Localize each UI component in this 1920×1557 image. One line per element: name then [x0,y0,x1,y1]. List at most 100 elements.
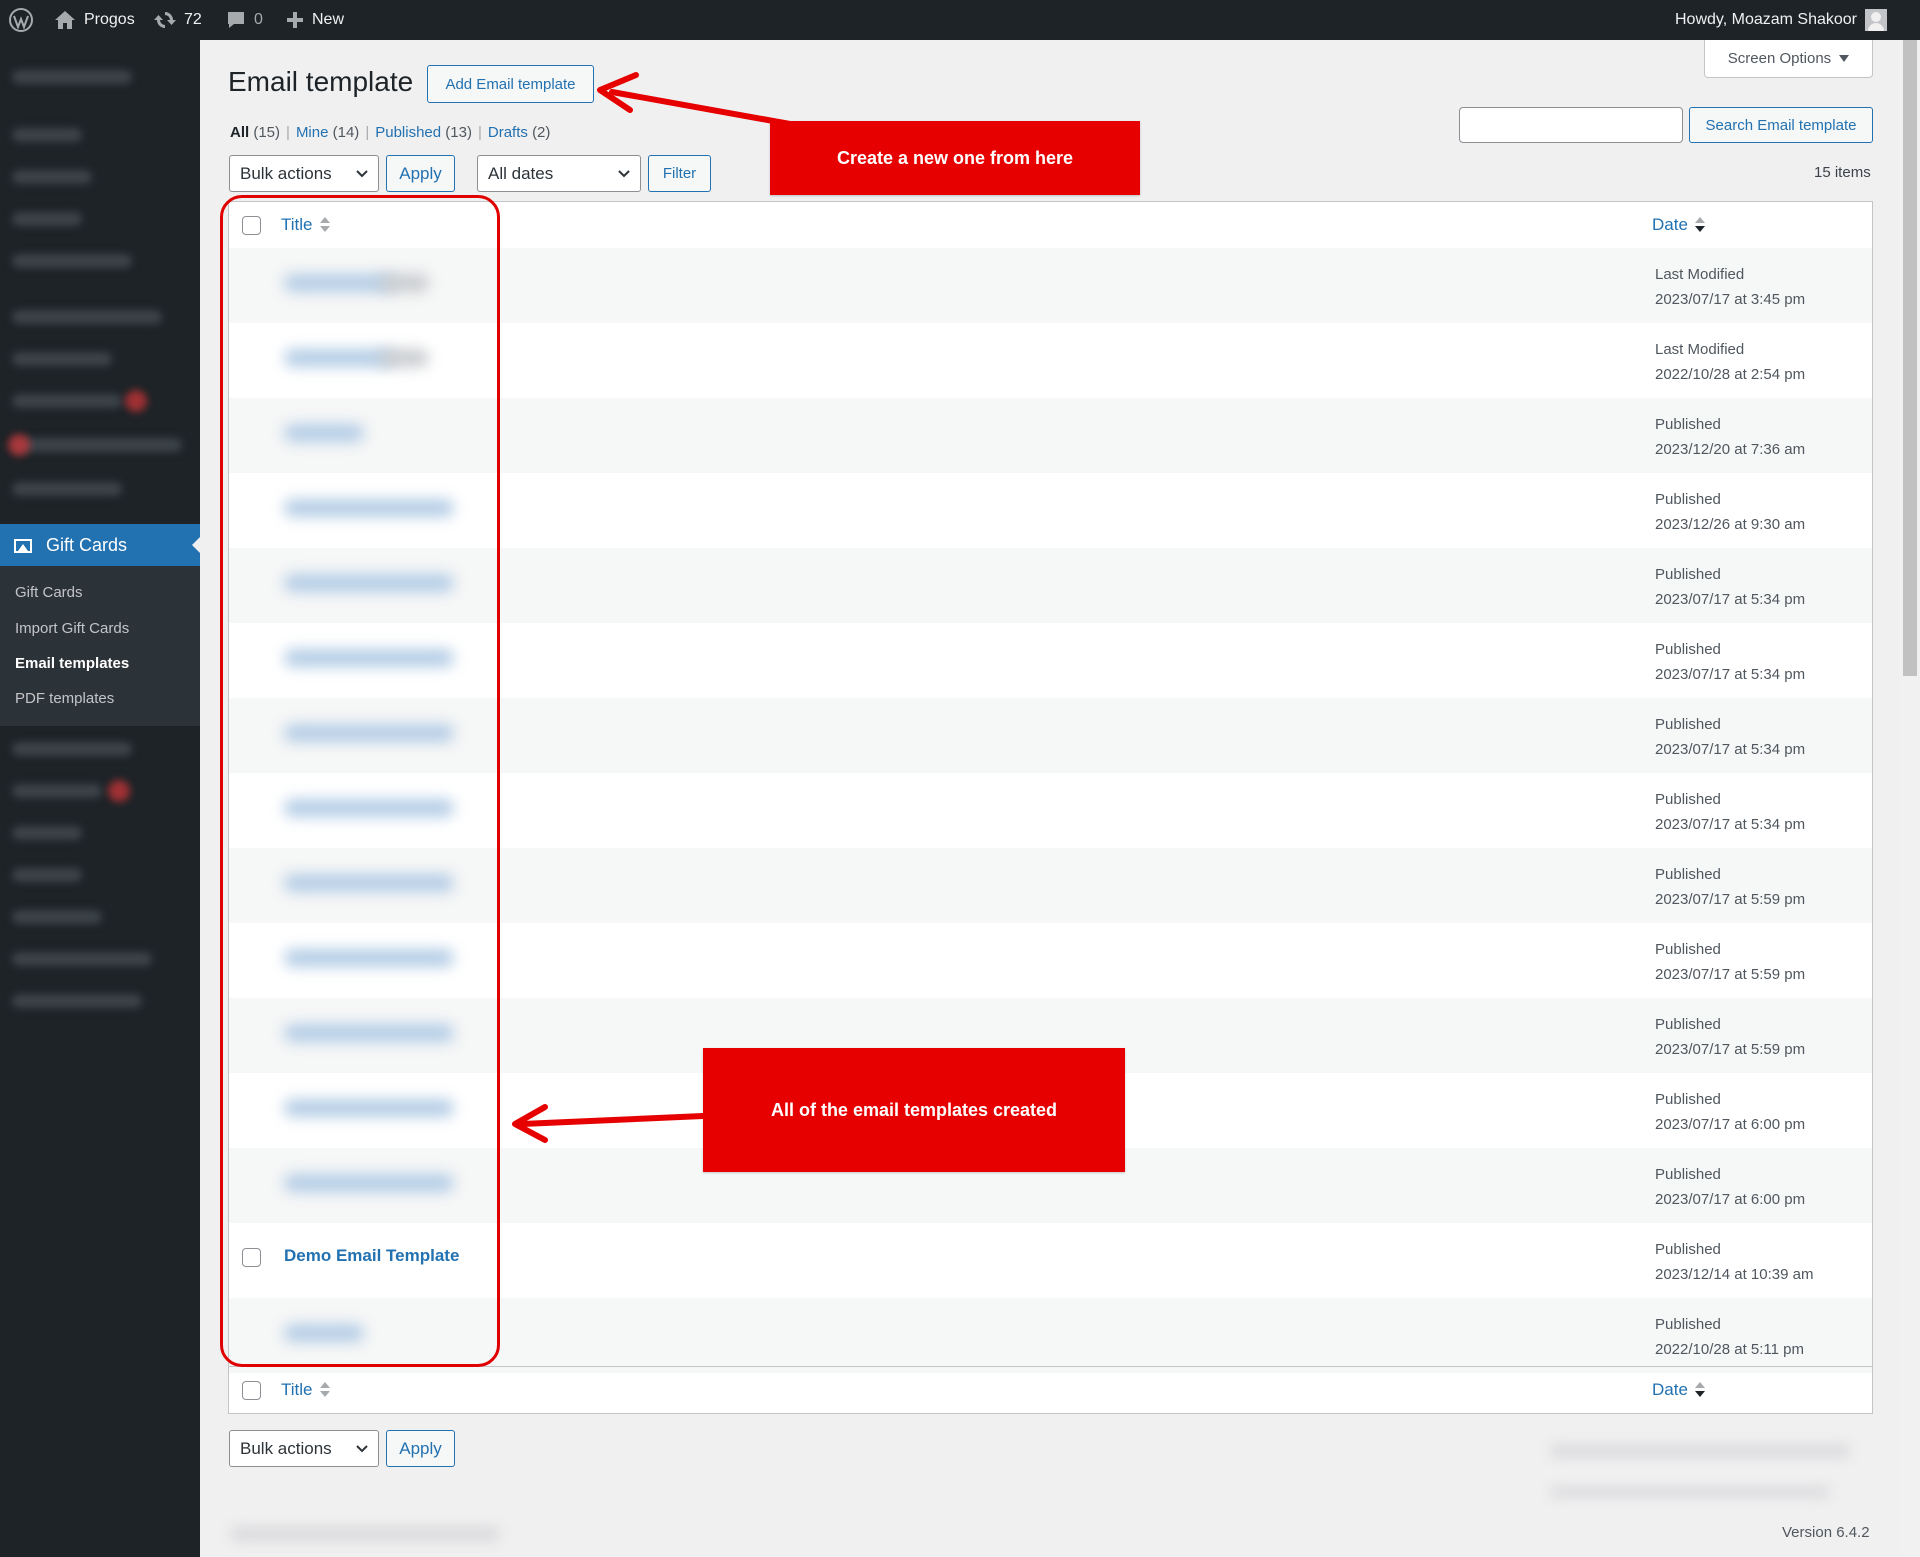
screen-options-button[interactable]: Screen Options [1704,40,1873,78]
wp-version: Version 6.4.2 [1782,1524,1870,1541]
gift-cards-submenu: Gift Cards Import Gift Cards Email templ… [0,566,200,726]
row-timestamp: 2023/07/17 at 5:34 pm [1655,816,1806,833]
page-scrollbar[interactable] [1900,40,1920,1557]
menu-gift-cards[interactable]: Gift Cards [0,524,200,566]
comments-link[interactable]: 0 [226,0,263,40]
blurred-menu-item [12,394,122,408]
blurred-menu-item [12,352,112,366]
column-title-sort-bottom[interactable]: Title [281,1380,331,1400]
chevron-down-icon [618,169,630,177]
apply-button[interactable]: Apply [386,155,455,192]
row-timestamp: 2023/07/17 at 6:00 pm [1655,1116,1806,1133]
blurred-badge [108,780,130,802]
search-button[interactable]: Search Email template [1689,107,1873,143]
chevron-down-icon [356,1444,368,1452]
updates-count: 72 [184,11,202,28]
row-timestamp: 2023/07/17 at 5:34 pm [1655,666,1806,683]
row-status: Published [1655,566,1721,583]
arrow-to-add-button [609,89,793,127]
row-status: Published [1655,866,1721,883]
caret-down-icon [1839,54,1850,62]
comment-icon [228,12,244,28]
bulk-actions-select-bottom[interactable]: Bulk actions [229,1430,379,1467]
row-date: Published 2023/07/17 at 5:59 pm [1655,937,1805,987]
row-date: Published 2023/07/17 at 5:34 pm [1655,562,1805,612]
view-all[interactable]: All [230,124,249,141]
chevron-down-icon [356,169,368,177]
column-date-sort[interactable]: Date [1652,215,1706,235]
site-name: Progos [84,11,135,28]
row-date: Published 2023/12/26 at 9:30 am [1655,487,1805,537]
apply-button-bottom[interactable]: Apply [386,1430,455,1467]
admin-bar: Progos 72 0 New Howdy, Moazam Shakoor [0,0,1920,40]
site-name-link[interactable]: Progos [54,0,135,40]
home-icon [55,11,75,29]
date-filter-value: All dates [488,163,554,183]
scrollbar-thumb[interactable] [1903,40,1917,676]
annotation-highlight-frame [220,195,500,1367]
row-status: Published [1655,416,1721,433]
view-separator: | [365,124,370,141]
table-footer: Title Date [229,1366,1872,1413]
view-published[interactable]: Published [375,124,441,141]
admin-sidebar: Gift Cards Gift Cards Import Gift Cards … [0,40,200,1557]
gift-card-icon [14,539,32,553]
row-timestamp: 2023/12/14 at 10:39 am [1655,1266,1814,1283]
view-drafts[interactable]: Drafts [488,124,528,141]
row-date: Published 2023/12/20 at 7:36 am [1655,412,1805,462]
blurred-menu-item [12,170,92,184]
view-mine[interactable]: Mine [296,124,329,141]
submenu-item-pdf-templates[interactable]: PDF templates [15,690,114,707]
row-status: Published [1655,791,1721,808]
wordpress-logo-icon[interactable] [8,0,34,40]
my-account-link[interactable]: Howdy, Moazam Shakoor [1675,0,1887,40]
row-date: Published 2023/07/17 at 5:34 pm [1655,787,1805,837]
add-email-template-button[interactable]: Add Email template [427,65,594,103]
new-content-link[interactable]: New [286,0,344,40]
menu-gift-cards-label: Gift Cards [46,534,128,555]
row-timestamp: 2022/10/28 at 5:11 pm [1655,1341,1805,1358]
blurred-menu-item [12,910,102,924]
column-title-label: Title [281,1380,313,1399]
blurred-badge [125,390,147,412]
row-status: Published [1655,491,1721,508]
row-date: Published 2023/07/17 at 6:00 pm [1655,1087,1805,1137]
row-status: Published [1655,1091,1721,1108]
row-status: Published [1655,1166,1721,1183]
blurred-pagination [1550,1486,1830,1498]
submenu-item-gift-cards[interactable]: Gift Cards [15,584,83,601]
row-status: Published [1655,1241,1721,1258]
row-status: Published [1655,941,1721,958]
row-status: Published [1655,1016,1721,1033]
select-all-checkbox-bottom[interactable] [242,1380,261,1400]
arrowhead-icon [597,72,639,113]
view-separator: | [477,124,482,141]
view-separator: | [286,124,290,141]
blurred-menu-item [12,438,182,452]
annotation-create-callout: Create a new one from here [770,121,1140,195]
blurred-menu-item [12,826,82,840]
bulk-actions-value: Bulk actions [240,1438,332,1458]
view-filters: All (15) | Mine (14) | Published (13) | … [230,124,550,141]
sort-icon [319,1381,331,1399]
row-timestamp: 2023/07/17 at 3:45 pm [1655,291,1806,308]
column-date-sort-bottom[interactable]: Date [1652,1380,1706,1400]
row-timestamp: 2023/12/26 at 9:30 am [1655,516,1806,533]
row-date: Published 2023/07/17 at 5:59 pm [1655,862,1805,912]
comments-count: 0 [254,11,263,28]
row-timestamp: 2023/07/17 at 5:59 pm [1655,1041,1806,1058]
bulk-actions-select[interactable]: Bulk actions [229,155,379,192]
row-date: Published 2023/07/17 at 5:59 pm [1655,1012,1805,1062]
updates-icon [154,12,176,28]
row-timestamp: 2023/07/17 at 5:34 pm [1655,741,1806,758]
submenu-item-email-templates[interactable]: Email templates [15,655,129,672]
updates-link[interactable]: 72 [154,0,202,40]
column-date-label: Date [1652,1380,1688,1399]
filter-button[interactable]: Filter [648,155,711,192]
search-input[interactable] [1459,107,1683,143]
row-timestamp: 2023/07/17 at 5:59 pm [1655,891,1806,908]
date-filter-select[interactable]: All dates [477,155,641,192]
blurred-menu-item [12,482,122,496]
column-date-label: Date [1652,215,1688,234]
submenu-item-import-gift-cards[interactable]: Import Gift Cards [15,620,129,637]
